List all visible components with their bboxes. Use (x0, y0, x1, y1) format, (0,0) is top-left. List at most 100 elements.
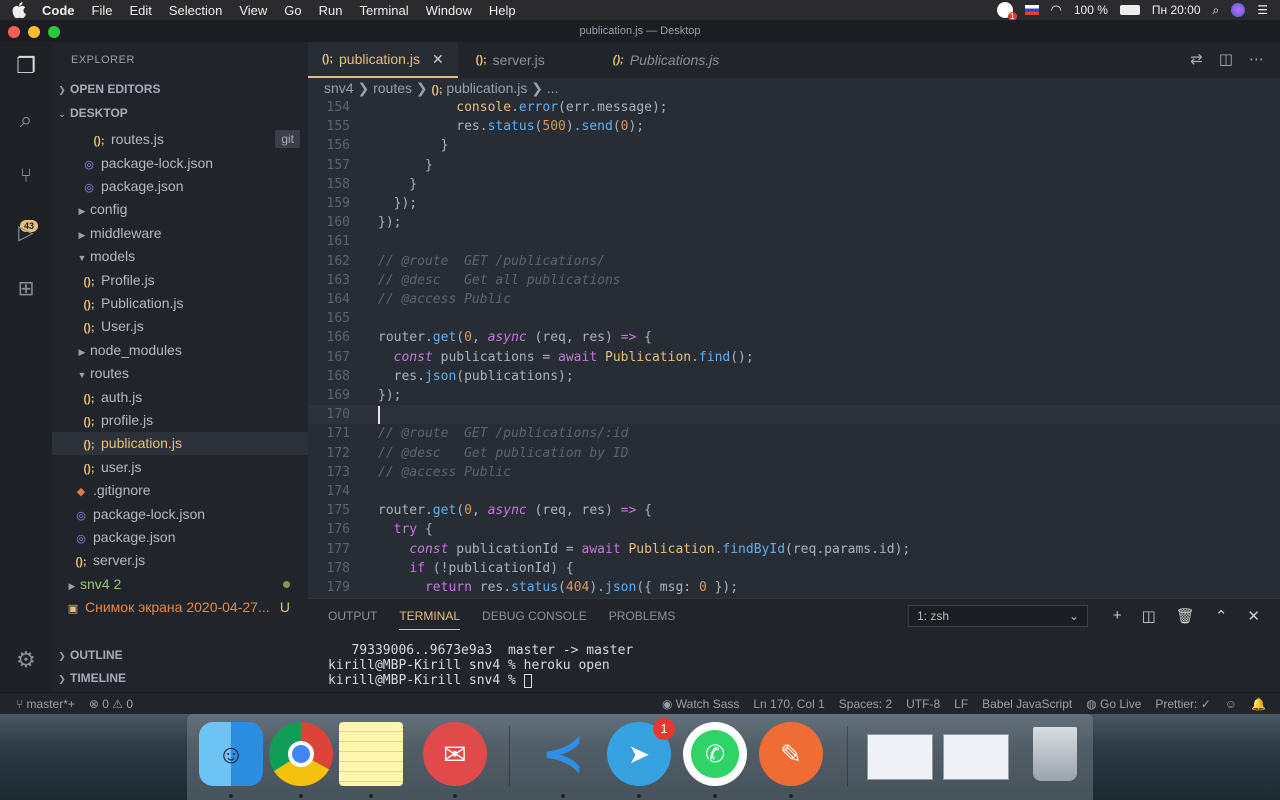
terminal-selector[interactable]: 1: zsh ⌄ (908, 605, 1088, 627)
kill-terminal-icon[interactable]: 🗑 (1176, 607, 1195, 625)
code-line[interactable]: 173 // @access Public (308, 463, 1280, 482)
code-line[interactable]: 159 }); (308, 194, 1280, 213)
code-line[interactable]: 176 try { (308, 520, 1280, 539)
mail-app-icon[interactable]: ✉ (423, 722, 487, 786)
tab-publication-js[interactable]: (); publication.js ✕ (308, 42, 458, 78)
maximize-panel-icon[interactable]: ⌃ (1215, 607, 1228, 625)
explorer-icon[interactable]: ❐ (10, 50, 42, 82)
tree-item-publication-model-js[interactable]: (); Publication.js (52, 292, 308, 315)
code-view[interactable]: 154 console.error(err.message); 155 res.s… (308, 98, 1280, 598)
code-line[interactable]: 166 router.get(0, async (req, res) => { (308, 328, 1280, 347)
menu-help[interactable]: Help (489, 3, 516, 18)
code-line[interactable]: 162 // @route GET /publications/ (308, 252, 1280, 271)
spotlight-search-icon[interactable]: ⌕ (1213, 3, 1220, 18)
encoding[interactable]: UTF-8 (906, 693, 940, 715)
minimized-window-thumbnail[interactable] (867, 734, 933, 780)
tab-server-js[interactable]: (); server.js (462, 42, 559, 78)
outline-section[interactable]: ❯ OUTLINE (52, 644, 308, 667)
tree-item-screenshot[interactable]: ▣ Снимок экрана 2020-04-27... U (52, 596, 308, 619)
apple-icon[interactable] (12, 2, 28, 18)
branch-indicator[interactable]: ⑂ master*+ (16, 693, 75, 715)
open-editors-section[interactable]: ❯ OPEN EDITORS (52, 78, 308, 101)
zoom-window-button[interactable] (48, 26, 60, 38)
watch-sass-button[interactable]: ◉ Watch Sass (662, 693, 739, 715)
tab-publications-js[interactable]: (); Publications.js (599, 42, 734, 78)
input-source-flag-icon[interactable] (1024, 5, 1039, 15)
menu-window[interactable]: Window (426, 3, 472, 18)
breadcrumb-item[interactable]: publication.js (446, 80, 527, 96)
menu-go[interactable]: Go (284, 3, 301, 18)
wifi-icon[interactable]: ◠ (1051, 2, 1062, 18)
tree-item-auth-js[interactable]: (); auth.js (52, 386, 308, 409)
code-line[interactable]: 161 (308, 232, 1280, 251)
menu-edit[interactable]: Edit (129, 3, 151, 18)
tree-item-server-js[interactable]: (); server.js (52, 549, 308, 572)
breadcrumb-item[interactable]: snv4 (324, 80, 354, 96)
open-changes-icon[interactable]: ⇄ (1190, 50, 1203, 68)
panel-tab-terminal[interactable]: TERMINAL (399, 609, 461, 630)
close-window-button[interactable] (8, 26, 20, 38)
whatsapp-icon[interactable]: ✆ (683, 722, 747, 786)
settings-gear-icon[interactable]: ⚙ (10, 644, 42, 676)
tree-folder-config[interactable]: ▶ config (52, 198, 308, 221)
menu-terminal[interactable]: Terminal (360, 3, 409, 18)
code-line[interactable]: 178 if (!publicationId) { (308, 559, 1280, 578)
indentation[interactable]: Spaces: 2 (839, 693, 892, 715)
code-line[interactable]: 160}); (308, 213, 1280, 232)
tree-item-routes-js[interactable]: (); routes.js git (52, 128, 308, 151)
menu-app-name[interactable]: Code (42, 3, 75, 18)
tree-item-gitignore[interactable]: ◆ .gitignore (52, 479, 308, 502)
notes-icon[interactable] (339, 722, 403, 786)
finder-icon[interactable]: ☺ (199, 722, 263, 786)
minimize-window-button[interactable] (28, 26, 40, 38)
menu-run[interactable]: Run (319, 3, 343, 18)
new-terminal-icon[interactable]: + (1113, 607, 1122, 625)
feedback-icon[interactable]: ☺ (1225, 693, 1237, 715)
postman-icon[interactable]: ✎ (759, 722, 823, 786)
end-of-line[interactable]: LF (954, 693, 968, 715)
source-control-icon[interactable]: ⑂ (10, 160, 42, 192)
extensions-icon[interactable]: ⊞ (10, 272, 42, 304)
language-mode[interactable]: Babel JavaScript (982, 693, 1072, 715)
tree-item-package-json[interactable]: ◎ package.json (52, 175, 308, 198)
breadcrumb-item[interactable]: routes (373, 80, 412, 96)
tree-item-root-package-json[interactable]: ◎ package.json (52, 526, 308, 549)
chrome-icon[interactable] (269, 722, 333, 786)
battery-icon[interactable] (1119, 5, 1140, 15)
tree-item-user-route-js[interactable]: (); user.js (52, 456, 308, 479)
code-line[interactable]: 163 // @desc Get all publications (308, 271, 1280, 290)
notification-icon[interactable]: 1 (996, 2, 1017, 21)
tree-folder-node-modules[interactable]: ▶ node_modules (52, 339, 308, 362)
breadcrumb-item[interactable]: ... (547, 80, 559, 96)
desktop-section[interactable]: ⌄ DESKTOP (52, 102, 308, 125)
code-line[interactable]: 169}); (308, 386, 1280, 405)
tree-folder-routes[interactable]: ▼ routes (52, 362, 308, 385)
split-terminal-icon[interactable]: ◫ (1142, 607, 1156, 625)
panel-tab-output[interactable]: OUTPUT (328, 609, 377, 630)
siri-icon[interactable] (1231, 3, 1246, 17)
menu-selection[interactable]: Selection (169, 3, 222, 18)
code-line[interactable]: 179 return res.status(404).json({ msg: 0… (308, 578, 1280, 597)
minimized-window-thumbnail[interactable] (943, 734, 1009, 780)
tree-item-profile-route-js[interactable]: (); profile.js (52, 409, 308, 432)
code-line[interactable]: 165 (308, 309, 1280, 328)
code-line[interactable]: 174 (308, 482, 1280, 501)
cursor-position[interactable]: Ln 170, Col 1 (753, 693, 824, 715)
menu-view[interactable]: View (239, 3, 267, 18)
clock[interactable]: Пн 20:00 (1152, 3, 1201, 17)
code-line[interactable]: 171 // @route GET /publications/:id (308, 424, 1280, 443)
tree-item-user-model-js[interactable]: (); User.js (52, 315, 308, 338)
telegram-icon[interactable]: ➤ 1 (607, 718, 675, 786)
panel-tab-debug-console[interactable]: DEBUG CONSOLE (482, 609, 587, 630)
code-line[interactable]: 164 // @access Public (308, 290, 1280, 309)
close-panel-icon[interactable]: ✕ (1247, 607, 1260, 625)
prettier-status[interactable]: Prettier: ✓ (1155, 693, 1210, 715)
panel-tab-problems[interactable]: PROBLEMS (609, 609, 676, 630)
close-tab-icon[interactable]: ✕ (432, 41, 444, 77)
code-line[interactable]: 156 } (308, 136, 1280, 155)
tree-folder-middleware[interactable]: ▶ middleware (52, 222, 308, 245)
code-line[interactable]: 172 // @desc Get publication by ID (308, 444, 1280, 463)
split-editor-icon[interactable]: ◫ (1219, 50, 1233, 68)
code-line[interactable]: 177 const publicationId = await Publicat… (308, 540, 1280, 559)
tree-folder-models[interactable]: ▼ models (52, 245, 308, 268)
